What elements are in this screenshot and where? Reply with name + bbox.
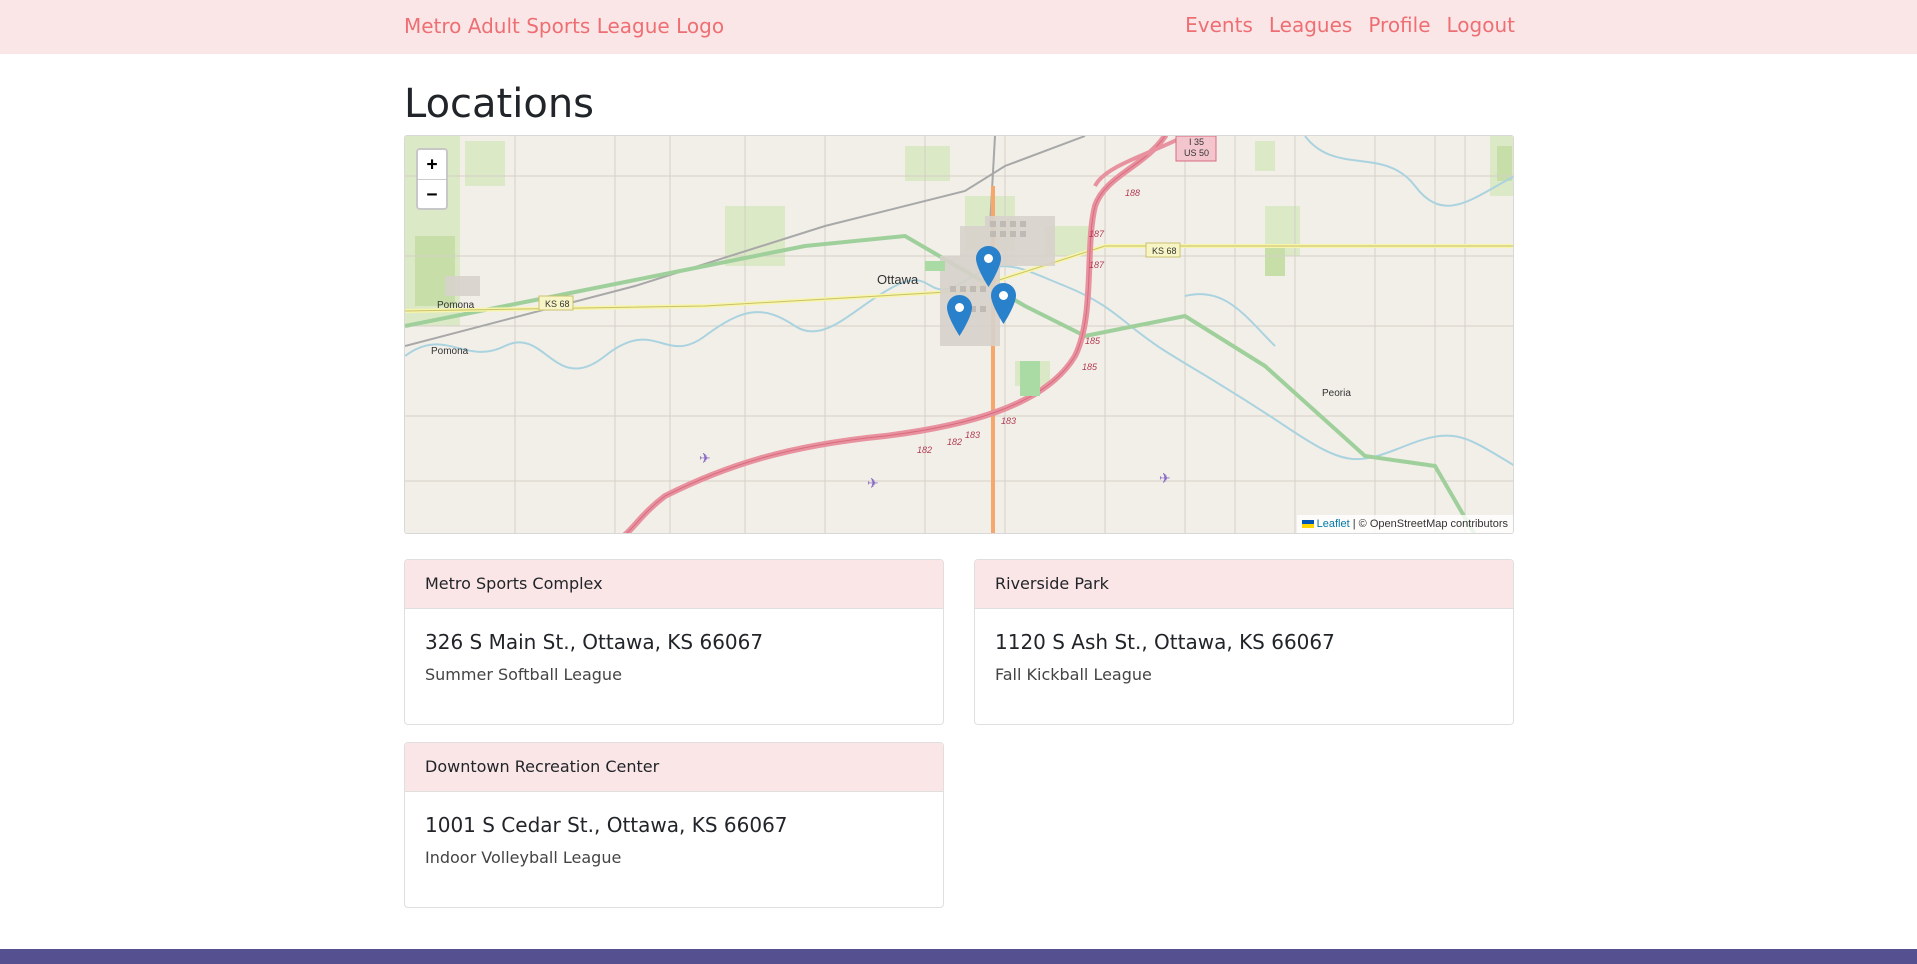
navbar: Metro Adult Sports League Logo Events Le…	[0, 0, 1917, 54]
map-label-exit-182a: 182	[947, 437, 962, 447]
attribution-separator: |	[1349, 518, 1359, 530]
footer-bar	[0, 949, 1917, 964]
svg-text:✈: ✈	[1159, 471, 1171, 487]
map-label-pomona-lower: Pomona	[431, 346, 469, 357]
location-address: 1001 S Cedar St., Ottawa, KS 66067	[425, 813, 788, 837]
map-label-us50: US 50	[1184, 148, 1209, 158]
map-label-i35: I 35	[1189, 137, 1204, 147]
nav-link-events[interactable]: Events	[1185, 13, 1253, 37]
map-label-pomona-upper: Pomona	[437, 300, 475, 311]
map-label-peoria: Peoria	[1322, 388, 1351, 399]
svg-text:✈: ✈	[699, 451, 711, 467]
nav-link-profile[interactable]: Profile	[1368, 13, 1430, 37]
map-label-exit-187a: 187	[1089, 229, 1105, 239]
map-label-exit-185a: 185	[1085, 336, 1101, 346]
zoom-in-button[interactable]: +	[418, 150, 446, 179]
osm-attribution: © OpenStreetMap contributors	[1358, 518, 1508, 530]
nav-link-logout[interactable]: Logout	[1447, 13, 1515, 37]
map-label-exit-188: 188	[1125, 188, 1140, 198]
map-marker-metro-sports-complex[interactable]	[976, 246, 1001, 287]
location-name: Riverside Park	[975, 560, 1513, 609]
map-label-ottawa: Ottawa	[877, 272, 919, 287]
locations-map[interactable]: ✈ ✈ ✈ Ottawa Pomona Pomona Peoria KS 68 …	[404, 135, 1514, 534]
page-title: Locations	[404, 81, 595, 127]
map-label-exit-183b: 183	[965, 430, 980, 440]
ukraine-flag-icon	[1301, 520, 1314, 528]
location-name: Metro Sports Complex	[405, 560, 943, 609]
map-marker-riverside-park[interactable]	[991, 283, 1016, 324]
nav-link-leagues[interactable]: Leagues	[1269, 13, 1352, 37]
location-league: Fall Kickball League	[995, 665, 1152, 684]
main-nav: Events Leagues Profile Logout	[1185, 13, 1515, 37]
map-marker-downtown-recreation-center[interactable]	[947, 295, 972, 336]
location-name: Downtown Recreation Center	[405, 743, 943, 792]
location-league: Summer Softball League	[425, 665, 622, 684]
location-card: Riverside Park 1120 S Ash St., Ottawa, K…	[974, 559, 1514, 725]
leaflet-link[interactable]: Leaflet	[1317, 518, 1350, 530]
map-label-ks68-right: KS 68	[1152, 246, 1177, 256]
svg-text:✈: ✈	[867, 476, 879, 492]
map-attribution: Leaflet | © OpenStreetMap contributors	[1296, 515, 1513, 533]
map-label-exit-185b: 185	[1082, 362, 1098, 372]
location-address: 326 S Main St., Ottawa, KS 66067	[425, 630, 764, 654]
location-league: Indoor Volleyball League	[425, 848, 622, 867]
map-zoom-control: + −	[416, 148, 448, 210]
brand-logo-link[interactable]: Metro Adult Sports League Logo	[404, 14, 724, 38]
map-label-ks68-left: KS 68	[545, 299, 570, 309]
location-card: Metro Sports Complex 326 S Main St., Ott…	[404, 559, 944, 725]
map-label-exit-182b: 182	[917, 445, 932, 455]
zoom-out-button[interactable]: −	[418, 179, 446, 208]
location-card: Downtown Recreation Center 1001 S Cedar …	[404, 742, 944, 908]
map-label-exit-183a: 183	[1001, 416, 1016, 426]
location-address: 1120 S Ash St., Ottawa, KS 66067	[995, 630, 1335, 654]
map-label-exit-187b: 187	[1089, 260, 1105, 270]
